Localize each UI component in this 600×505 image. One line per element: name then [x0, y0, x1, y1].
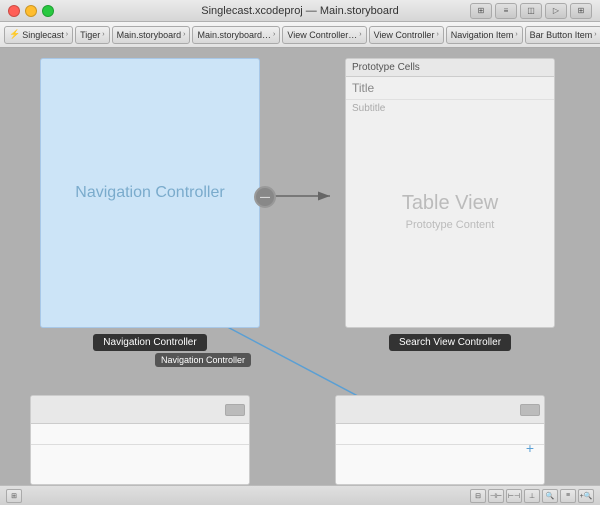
- connector-icon: —: [260, 192, 270, 203]
- bottom-right-vc: +: [335, 395, 545, 485]
- xcode-icon: ⚡: [9, 29, 20, 40]
- bottom-right-nav-bar: [336, 396, 544, 424]
- zoom-in-icon[interactable]: +🔍: [578, 489, 594, 503]
- breadcrumb-toolbar: ⚡ Singlecast › Tiger › Main.storyboard ›…: [0, 22, 600, 48]
- prototype-subtitle-row: Subtitle: [346, 100, 554, 117]
- bottom-left-divider: [31, 444, 249, 445]
- object-library-icon[interactable]: ⊟: [470, 489, 486, 503]
- chevron-icon: ›: [515, 31, 517, 38]
- bottom-left-nav-bar: [31, 396, 249, 424]
- nav-controller-inside-label: Navigation Controller: [75, 184, 224, 202]
- zoom-out-icon[interactable]: 🔍: [542, 489, 558, 503]
- view-toggle-icon[interactable]: ⊞: [470, 3, 492, 19]
- breadcrumb-nav-item[interactable]: Navigation Item ›: [446, 26, 523, 44]
- bottom-right-content: +: [336, 424, 544, 484]
- window-controls[interactable]: [8, 5, 54, 17]
- chevron-icon: ›: [359, 31, 361, 38]
- nav-controller-badge: Navigation Controller: [93, 334, 206, 351]
- align-icon-2[interactable]: ⊢⊣: [506, 489, 522, 503]
- chevron-icon: ›: [66, 31, 68, 38]
- bottom-right-mini-btn[interactable]: [520, 404, 540, 416]
- chevron-icon: ›: [594, 31, 596, 38]
- search-vc-badge: Search View Controller: [389, 334, 511, 351]
- chevron-icon: ›: [273, 31, 275, 38]
- prototype-cells-header: Prototype Cells: [346, 59, 554, 77]
- align-icon-3[interactable]: ⊥: [524, 489, 540, 503]
- chevron-icon: ›: [102, 31, 104, 38]
- segue-connector[interactable]: —: [254, 186, 276, 208]
- inspector-icon[interactable]: ◫: [520, 3, 542, 19]
- nav-controller-tooltip: Navigation Controller: [155, 353, 251, 367]
- align-icon-1[interactable]: ⊣⊢: [488, 489, 504, 503]
- table-view-label: Table View: [402, 192, 498, 215]
- zoom-fit-icon[interactable]: ⊞: [6, 489, 22, 503]
- bottom-toolbar-left[interactable]: ⊞: [6, 489, 22, 503]
- main-area: Navigation Controller Navigation Control…: [0, 48, 600, 505]
- breadcrumb-main-storyboard-2[interactable]: Main.storyboard… ›: [192, 26, 280, 44]
- breadcrumb-main-storyboard[interactable]: Main.storyboard ›: [112, 26, 191, 44]
- prototype-title-row: Title: [346, 77, 554, 100]
- breadcrumb-singlecast[interactable]: ⚡ Singlecast ›: [4, 26, 73, 44]
- table-view-content: Table View Prototype Content: [346, 117, 554, 305]
- minimize-button[interactable]: [25, 5, 37, 17]
- breadcrumb-view-controller-1[interactable]: View Controller… ›: [282, 26, 366, 44]
- maximize-button[interactable]: [42, 5, 54, 17]
- bottom-toolbar-right-icons: ⊟ ⊣⊢ ⊢⊣ ⊥ 🔍 ≡ +🔍: [470, 489, 594, 503]
- search-vc-container: Prototype Cells Title Subtitle Table Vie…: [330, 58, 570, 351]
- bottom-left-mini-btn[interactable]: [225, 404, 245, 416]
- breadcrumb-view-controller-2[interactable]: View Controller ›: [369, 26, 444, 44]
- plus-icon: +: [526, 440, 534, 456]
- organizer-icon[interactable]: ≡: [495, 3, 517, 19]
- debug-icon[interactable]: ▷: [545, 3, 567, 19]
- titlebar: Singlecast.xcodeproj — Main.storyboard ⊞…: [0, 0, 600, 22]
- close-button[interactable]: [8, 5, 20, 17]
- bottom-left-content: [31, 424, 249, 484]
- chevron-icon: ›: [183, 31, 185, 38]
- window-title: Singlecast.xcodeproj — Main.storyboard: [201, 5, 398, 17]
- titlebar-right-icons: ⊞ ≡ ◫ ▷ ⊞: [470, 3, 592, 19]
- breadcrumb-tiger[interactable]: Tiger ›: [75, 26, 110, 44]
- nav-controller-container: Navigation Controller Navigation Control…: [30, 58, 270, 351]
- search-vc-body[interactable]: Prototype Cells Title Subtitle Table Vie…: [345, 58, 555, 328]
- scheme-icon[interactable]: ⊞: [570, 3, 592, 19]
- canvas-bottom-toolbar: ⊞ ⊟ ⊣⊢ ⊢⊣ ⊥ 🔍 ≡ +🔍: [0, 485, 600, 505]
- table-view-sublabel: Prototype Content: [406, 219, 495, 231]
- storyboard-canvas[interactable]: Navigation Controller Navigation Control…: [0, 48, 600, 505]
- bottom-left-vc: [30, 395, 250, 485]
- nav-controller-body[interactable]: Navigation Controller: [40, 58, 260, 328]
- list-icon[interactable]: ≡: [560, 489, 576, 503]
- bottom-right-divider: [336, 444, 544, 445]
- breadcrumb-bar-button[interactable]: Bar Button Item ›: [525, 26, 600, 44]
- chevron-icon: ›: [436, 31, 438, 38]
